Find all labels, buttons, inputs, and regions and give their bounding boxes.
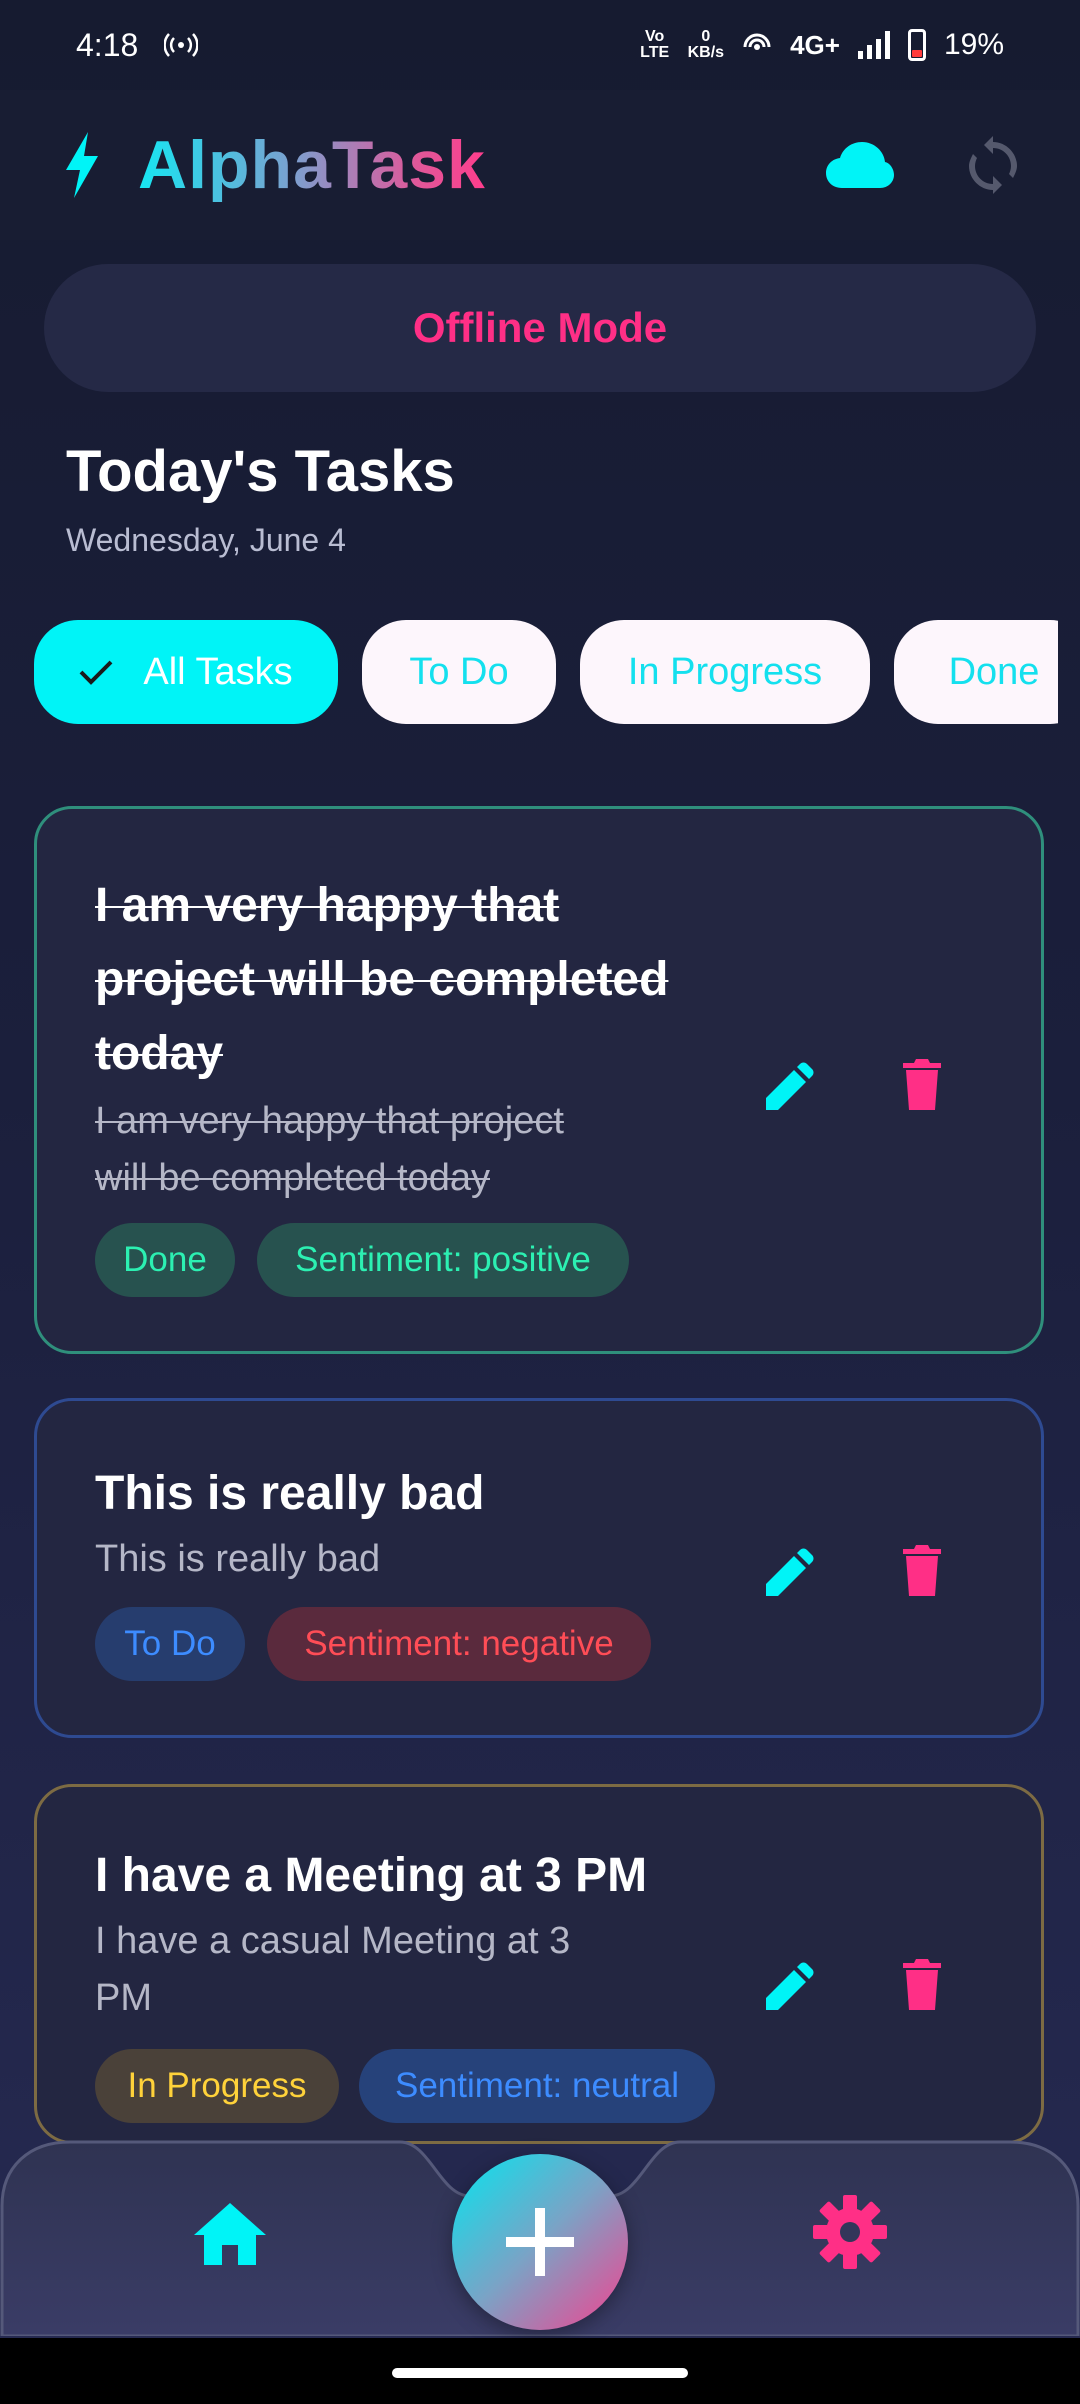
edit-button[interactable]: [757, 1535, 827, 1605]
task-description-line: I have a casual Meeting at 3: [95, 1920, 571, 1962]
status-badge: Done: [95, 1223, 235, 1297]
nav-settings-button[interactable]: [810, 2192, 890, 2272]
page-date: Wednesday, June 4: [66, 522, 346, 558]
network-type: 4G+: [790, 29, 840, 60]
page-title: Today's Tasks: [66, 439, 455, 504]
task-description-line: This is really bad: [95, 1538, 381, 1580]
app-title: AlphaTask: [138, 127, 486, 203]
network-speed: 0 KB/s: [688, 29, 724, 61]
task-title-line: project will be completed: [95, 953, 669, 1006]
delete-button[interactable]: [887, 1049, 957, 1119]
offline-mode-banner: Offline Mode: [44, 264, 1036, 392]
edit-button[interactable]: [757, 1949, 827, 2019]
delete-button[interactable]: [887, 1949, 957, 2019]
task-description-line: I am very happy that project: [95, 1100, 564, 1142]
hotspot-icon: [164, 33, 199, 57]
task-title: I am very happy that project will be com…: [95, 869, 735, 1091]
delete-button[interactable]: [887, 1535, 957, 1605]
plus-icon: [506, 2208, 574, 2276]
task-title-line: I have a Meeting at 3 PM: [95, 1849, 648, 1902]
add-task-button[interactable]: [452, 2154, 628, 2330]
sentiment-badge: Sentiment: neutral: [359, 2049, 715, 2123]
task-description: I am very happy that project will be com…: [95, 1093, 695, 1207]
speed-unit: KB/s: [687, 44, 725, 61]
cloud-icon[interactable]: [826, 140, 894, 190]
status-bar: 4:18 Vo LTE 0 KB/s 4G+ 19%: [0, 0, 1080, 90]
filter-in-progress[interactable]: In Progress: [580, 620, 870, 724]
filter-label: All Tasks: [143, 650, 293, 693]
app-bar: AlphaTask: [0, 90, 1080, 240]
task-card[interactable]: I have a Meeting at 3 PM I have a casual…: [34, 1784, 1044, 2144]
task-card[interactable]: I am very happy that project will be com…: [34, 806, 1044, 1354]
task-description-line: PM: [95, 1977, 152, 2019]
home-icon: [194, 2203, 266, 2265]
edit-button[interactable]: [757, 1049, 827, 1119]
filter-chips: All Tasks To Do In Progress Done: [0, 620, 1058, 728]
lightning-bolt-icon: [66, 132, 98, 198]
offline-mode-text: Offline Mode: [412, 304, 668, 351]
speed-value: 0: [701, 28, 711, 45]
sentiment-badge: Sentiment: negative: [267, 1607, 651, 1681]
gear-icon: [813, 2195, 887, 2269]
battery-level: 19%: [943, 28, 1004, 61]
trash-icon: [903, 1545, 941, 1596]
task-title: I have a Meeting at 3 PM: [95, 1839, 735, 1913]
task-description: This is really bad: [95, 1531, 695, 1588]
filter-all-tasks[interactable]: All Tasks: [34, 620, 338, 724]
wifi-calling-icon: [743, 33, 771, 50]
trash-icon: [903, 1959, 941, 2010]
task-description-line: will be completed today: [95, 1157, 490, 1199]
sentiment-badge: Sentiment: positive: [257, 1223, 629, 1297]
filter-label: Done: [948, 650, 1040, 693]
task-description: I have a casual Meeting at 3 PM: [95, 1913, 695, 2027]
task-title-line: today: [95, 1027, 224, 1080]
signal-icon: [857, 31, 890, 59]
status-time: 4:18: [76, 26, 139, 63]
task-title: This is really bad: [95, 1457, 735, 1531]
filter-to-do[interactable]: To Do: [362, 620, 556, 724]
home-indicator[interactable]: [392, 2368, 688, 2378]
filter-label: To Do: [409, 650, 509, 693]
nav-home-button[interactable]: [190, 2194, 270, 2274]
status-badge: In Progress: [95, 2049, 339, 2123]
task-title-line: I am very happy that: [95, 879, 560, 932]
sync-icon[interactable]: [968, 136, 1018, 194]
pencil-icon: [766, 1548, 814, 1596]
battery-icon: [907, 29, 926, 61]
filter-done[interactable]: Done: [894, 620, 1058, 724]
task-card[interactable]: This is really bad This is really bad To…: [34, 1398, 1044, 1738]
trash-icon: [903, 1059, 941, 1110]
pencil-icon: [766, 1962, 814, 2010]
check-icon: [79, 660, 113, 685]
status-badge: To Do: [95, 1607, 245, 1681]
filter-label: In Progress: [627, 650, 823, 693]
pencil-icon: [766, 1062, 814, 1110]
task-title-line: This is really bad: [95, 1467, 485, 1520]
volte-indicator: Vo LTE: [640, 28, 670, 61]
